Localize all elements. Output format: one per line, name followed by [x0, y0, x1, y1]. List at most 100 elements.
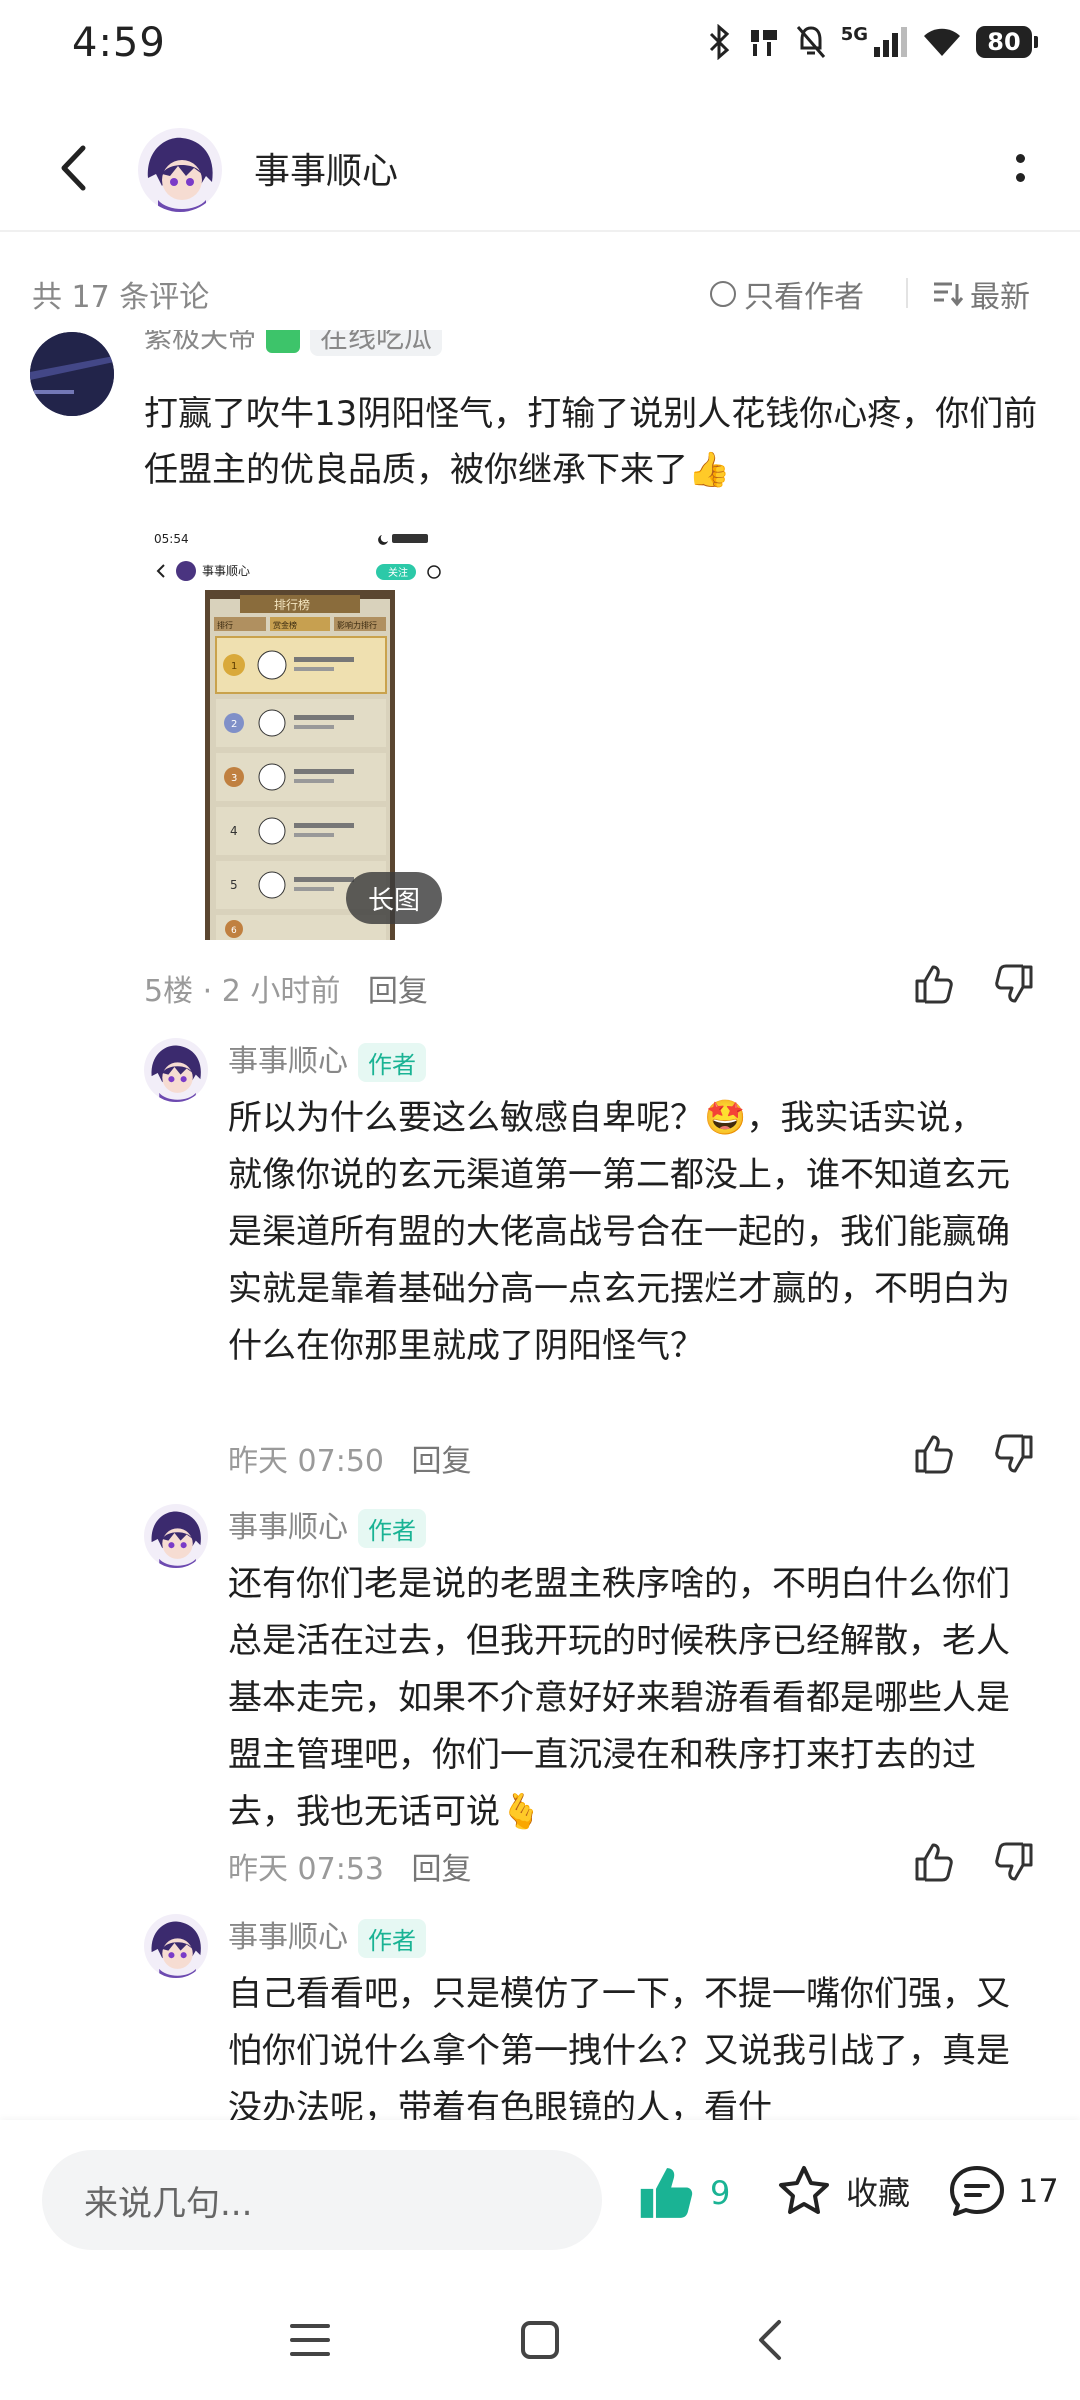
thumbs-up-icon: [915, 965, 953, 1004]
back-button[interactable]: [44, 138, 104, 198]
comment-count-label: 共 17 条评论: [32, 280, 210, 315]
status-time: 4:59: [72, 20, 166, 66]
commenter-tag: 在线吃瓜: [310, 330, 443, 356]
comment-time: 2 小时前: [221, 974, 341, 1009]
nav-back-button[interactable]: [740, 2310, 800, 2370]
comment-text: 打赢了吹牛13阴阳怪气，打输了说别人花钱你心疼，你们前任盟主的优良品质，被你继承…: [144, 394, 1038, 490]
screenshot-tab-2: 赏金榜: [273, 620, 297, 630]
screenshot-rank-3: 3: [231, 773, 237, 784]
screenshot-rank-2: 2: [231, 719, 237, 730]
home-square-icon: [521, 2321, 559, 2359]
back-chevron-icon: [759, 2320, 781, 2360]
reply-button[interactable]: 回复: [368, 974, 428, 1009]
author-badge: 作者: [358, 1919, 426, 1958]
hd-call-icon: [750, 30, 777, 56]
dislike-button[interactable]: [990, 1430, 1038, 1478]
reply-text: 自己看看吧，只是模仿了一下，不提一嘴你们强，又怕你们说什么拿个第一拽什么？又说我…: [228, 1974, 1010, 2120]
screenshot-follow: 关注: [388, 566, 408, 579]
screenshot-rank-1: 1: [231, 661, 237, 672]
reply-avatar[interactable]: [144, 1504, 208, 1568]
signal-icon: [874, 27, 907, 57]
reply-text: 所以为什么要这么敏感自卑呢？🤩，我实话实说，就像你说的玄元渠道第一第二都没上，谁…: [228, 1098, 1010, 1366]
like-button[interactable]: [910, 1838, 958, 1886]
star-icon: [779, 2166, 829, 2214]
only-author-label: 只看作者: [744, 280, 864, 315]
reply-author-name[interactable]: 事事顺心: [228, 1510, 348, 1545]
battery-indicator: 80: [976, 26, 1038, 58]
system-nav-bar: [0, 2280, 1080, 2400]
sort-label: 最新: [970, 280, 1030, 315]
more-dot-icon: [1015, 154, 1025, 163]
comments-count: 17: [1018, 2172, 1059, 2210]
filter-separator: [906, 278, 908, 308]
thumbs-up-icon: [915, 1435, 953, 1474]
screenshot-rank-5: 5: [230, 878, 238, 892]
top-app-bar: 事事顺心: [0, 108, 1080, 228]
long-image-tag: 长图: [346, 872, 442, 924]
thumbs-up-filled-icon: [640, 2168, 693, 2218]
reply-author-name[interactable]: 事事顺心: [228, 1920, 348, 1955]
commenter-name-row: 紫极天帝 在线吃瓜: [144, 330, 443, 376]
comment-meta: 5楼 · 2 小时前 回复: [144, 974, 428, 1009]
back-arrow-icon: [61, 145, 86, 191]
reply-time: 昨天 07:53: [228, 1852, 384, 1887]
comment-bubble-icon: [950, 2166, 1004, 2216]
floor-number: 5楼: [144, 974, 194, 1009]
post-like-count: 9: [710, 2174, 731, 2212]
bluetooth-icon: [709, 24, 729, 60]
reply-time: 昨天 07:50: [228, 1444, 384, 1479]
radio-circle-icon: [710, 281, 736, 307]
screenshot-page-title: 事事顺心: [202, 564, 250, 578]
comments-button[interactable]: 17: [948, 2164, 1059, 2218]
wifi-icon: [924, 28, 960, 56]
author-badge: 作者: [358, 1043, 426, 1082]
comment-input-placeholder: 来说几句...: [84, 2184, 253, 2224]
commenter-name[interactable]: 紫极天帝: [144, 330, 256, 356]
screenshot-panel-title: 排行榜: [274, 597, 310, 612]
reply-meta: 昨天 07:53 回复: [228, 1844, 472, 1888]
dislike-button[interactable]: [990, 960, 1038, 1008]
reply-button[interactable]: 回复: [412, 1444, 472, 1479]
sort-button[interactable]: 最新: [932, 272, 1030, 316]
nav-home-button[interactable]: [510, 2310, 570, 2370]
mute-bell-icon: [796, 26, 825, 58]
screenshot-rank-4: 4: [230, 824, 238, 838]
thumbs-up-icon: [915, 1843, 953, 1882]
more-options-button[interactable]: [1000, 138, 1040, 198]
reply-name-row: 事事顺心 作者: [228, 1912, 426, 1958]
reply-name-row: 事事顺心 作者: [228, 1502, 426, 1548]
commenter-avatar[interactable]: [30, 332, 114, 416]
header-divider: [0, 230, 1080, 232]
level-badge-icon: [266, 330, 301, 353]
only-author-toggle[interactable]: 只看作者: [710, 272, 864, 316]
screenshot-time: 05:54: [154, 532, 189, 546]
favorite-label: 收藏: [846, 2174, 911, 2212]
reply-meta: 昨天 07:50 回复: [228, 1436, 472, 1480]
screenshot-tab-1: 排行: [217, 620, 233, 630]
reply-author-name[interactable]: 事事顺心: [228, 1044, 348, 1079]
avatar[interactable]: [138, 128, 222, 212]
author-badge: 作者: [358, 1509, 426, 1548]
bottom-action-bar: 来说几句... 9 收藏 17: [0, 2120, 1080, 2280]
sort-icon: [934, 282, 964, 307]
like-button[interactable]: [910, 1430, 958, 1478]
nav-menu-button[interactable]: [280, 2310, 340, 2370]
thumbs-down-icon: [995, 964, 1033, 1003]
network-type: 5G: [840, 23, 868, 45]
screenshot-tab-3: 影响力排行: [337, 620, 377, 630]
menu-icon: [290, 2324, 330, 2356]
reply-avatar[interactable]: [144, 1038, 208, 1102]
reply-text: 还有你们老是说的老盟主秩序啥的，不明白什么你们总是活在过去，但我开玩的时候秩序已…: [228, 1564, 1010, 1832]
thumbs-down-icon: [995, 1434, 1033, 1473]
post-like-button[interactable]: 9: [636, 2164, 730, 2222]
screenshot-rank-6: 6: [231, 926, 237, 936]
reply-name-row: 事事顺心 作者: [228, 1036, 426, 1082]
thumbs-down-icon: [995, 1842, 1033, 1881]
reply-button[interactable]: 回复: [412, 1852, 472, 1887]
more-dot-icon: [1015, 173, 1025, 182]
favorite-button[interactable]: 收藏: [776, 2164, 910, 2218]
reply-avatar[interactable]: [144, 1914, 208, 1978]
dislike-button[interactable]: [990, 1838, 1038, 1886]
comment-input[interactable]: 来说几句...: [42, 2150, 602, 2250]
like-button[interactable]: [910, 960, 958, 1008]
